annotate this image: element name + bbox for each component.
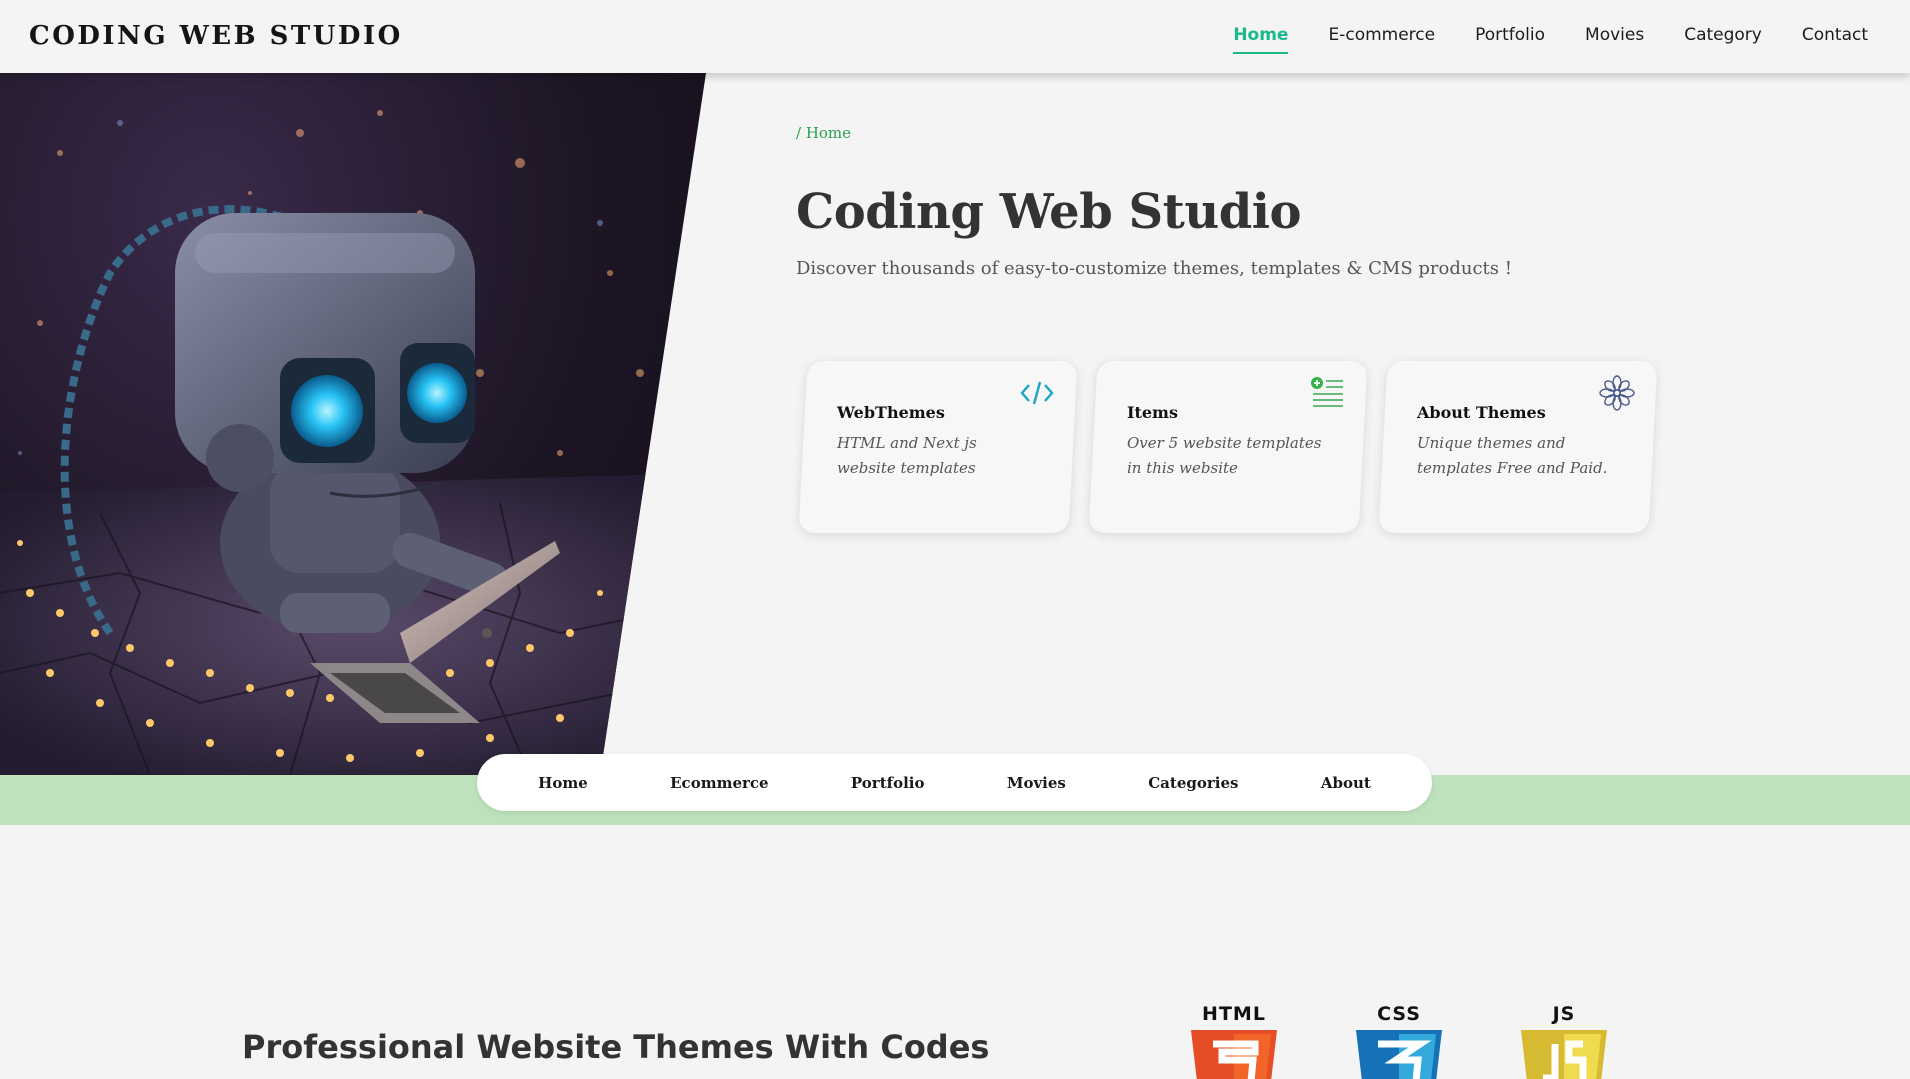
nav-portfolio[interactable]: Portfolio <box>1475 25 1545 49</box>
tech-label: CSS <box>1377 1003 1421 1025</box>
subnav-about[interactable]: About <box>1321 774 1371 792</box>
subnav-home[interactable]: Home <box>538 774 588 792</box>
js-logo: JS <box>1521 1003 1607 1079</box>
nav-movies[interactable]: Movies <box>1585 25 1644 49</box>
card-title: Items <box>1127 403 1178 422</box>
hero-subtitle: Discover thousands of easy-to-customize … <box>796 258 1512 279</box>
card-title: WebThemes <box>837 403 945 422</box>
add-list-icon <box>1311 377 1343 407</box>
html5-shield-icon <box>1191 1030 1277 1079</box>
hero-robot-image <box>0 73 706 775</box>
page-title: Coding Web Studio <box>796 184 1302 240</box>
secondary-nav: Home Ecommerce Portfolio Movies Categori… <box>477 754 1432 811</box>
nav-home[interactable]: Home <box>1233 25 1289 54</box>
flower-icon <box>1599 375 1635 411</box>
nav-contact[interactable]: Contact <box>1802 25 1868 49</box>
nav-category[interactable]: Category <box>1684 25 1762 49</box>
css3-logo: CSS <box>1356 1003 1442 1079</box>
brand-logo[interactable]: CODING WEB STUDIO <box>29 21 403 51</box>
subnav-portfolio[interactable]: Portfolio <box>851 774 925 792</box>
card-title: About Themes <box>1417 403 1546 422</box>
subnav-categories[interactable]: Categories <box>1148 774 1238 792</box>
js-shield-icon <box>1521 1030 1607 1079</box>
subnav-ecommerce[interactable]: Ecommerce <box>670 774 768 792</box>
tech-label: JS <box>1552 1003 1576 1025</box>
html5-logo: HTML <box>1191 1003 1277 1079</box>
section-title: Professional Website Themes With Codes <box>242 1028 990 1066</box>
card-items[interactable]: Items Over 5 website templates in this w… <box>1088 361 1368 533</box>
top-navbar: CODING WEB STUDIO Home E-commerce Portfo… <box>0 0 1910 73</box>
css3-shield-icon <box>1356 1030 1442 1079</box>
card-about-themes[interactable]: About Themes Unique themes and templates… <box>1378 361 1658 533</box>
tech-label: HTML <box>1202 1003 1266 1025</box>
main-nav: Home E-commerce Portfolio Movies Categor… <box>1233 0 1868 73</box>
card-webthemes[interactable]: WebThemes HTML and Next js website templ… <box>798 361 1078 533</box>
code-icon <box>1020 381 1054 405</box>
nav-ecommerce[interactable]: E-commerce <box>1328 25 1435 49</box>
card-description: Over 5 website templates in this website <box>1127 434 1322 477</box>
card-description: Unique themes and templates Free and Pai… <box>1417 434 1608 477</box>
breadcrumb[interactable]: / Home <box>796 124 851 142</box>
subnav-movies[interactable]: Movies <box>1007 774 1066 792</box>
card-description: HTML and Next js website templates <box>837 434 977 477</box>
